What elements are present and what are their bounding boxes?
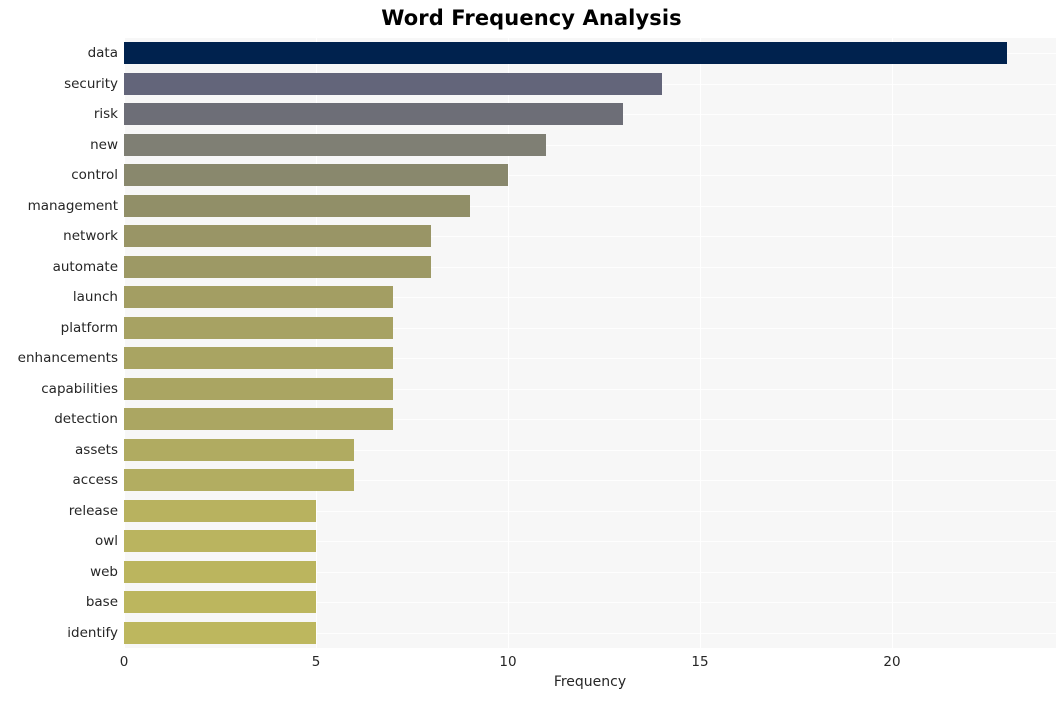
y-tick-label: access	[72, 472, 119, 489]
gridline-vertical	[508, 38, 509, 648]
bar	[124, 42, 1008, 65]
gridline-vertical	[124, 38, 125, 648]
bar	[124, 621, 316, 644]
x-tick-label: 0	[119, 654, 129, 670]
x-tick-label: 5	[311, 654, 321, 670]
y-tick-label: launch	[72, 289, 118, 306]
y-tick-label: capabilities	[41, 380, 118, 397]
y-tick-label: network	[63, 228, 118, 245]
y-tick-label: risk	[93, 106, 118, 123]
y-axis: data security risk new control management netw…	[0, 38, 118, 648]
bar	[124, 225, 432, 248]
y-tick-label: management	[27, 197, 118, 214]
bar	[124, 103, 624, 126]
x-tick-label: 20	[883, 654, 901, 670]
bar	[124, 438, 355, 461]
gridline-vertical	[892, 38, 894, 648]
y-tick-label: base	[85, 594, 118, 611]
x-tick-label: 15	[691, 654, 709, 670]
gridline-vertical	[316, 38, 317, 648]
plot-area	[124, 38, 1056, 648]
gridline-vertical	[700, 38, 702, 648]
chart-title: Word Frequency Analysis	[381, 6, 682, 30]
bar	[124, 316, 393, 339]
bar	[124, 499, 316, 522]
y-tick-label: control	[71, 167, 118, 184]
bar	[124, 347, 393, 370]
y-tick-label: platform	[60, 319, 118, 336]
bar	[124, 194, 470, 217]
bar	[124, 72, 662, 95]
y-tick-label: new	[90, 136, 118, 153]
y-tick-label: assets	[75, 441, 118, 458]
bar	[124, 530, 316, 553]
y-tick-label: data	[87, 45, 118, 62]
y-tick-label: automate	[52, 258, 118, 275]
x-tick-label: 10	[499, 654, 517, 670]
y-tick-label: owl	[94, 533, 118, 550]
bar	[124, 133, 547, 156]
y-tick-label: security	[64, 75, 118, 92]
bar	[124, 469, 355, 492]
y-tick-label: identify	[67, 624, 118, 641]
y-tick-label: release	[68, 502, 118, 519]
x-axis-title: Frequency	[553, 674, 627, 690]
y-tick-label: web	[90, 563, 118, 580]
y-tick-label: enhancements	[17, 350, 118, 367]
bar	[124, 164, 508, 187]
bar	[124, 408, 393, 431]
bar	[124, 591, 316, 614]
bar	[124, 286, 393, 309]
y-tick-label: detection	[54, 411, 118, 428]
bar	[124, 560, 316, 583]
bar	[124, 255, 432, 278]
chart-figure: Word Frequency Analysis data security risk…	[0, 0, 1063, 701]
bar	[124, 377, 393, 400]
